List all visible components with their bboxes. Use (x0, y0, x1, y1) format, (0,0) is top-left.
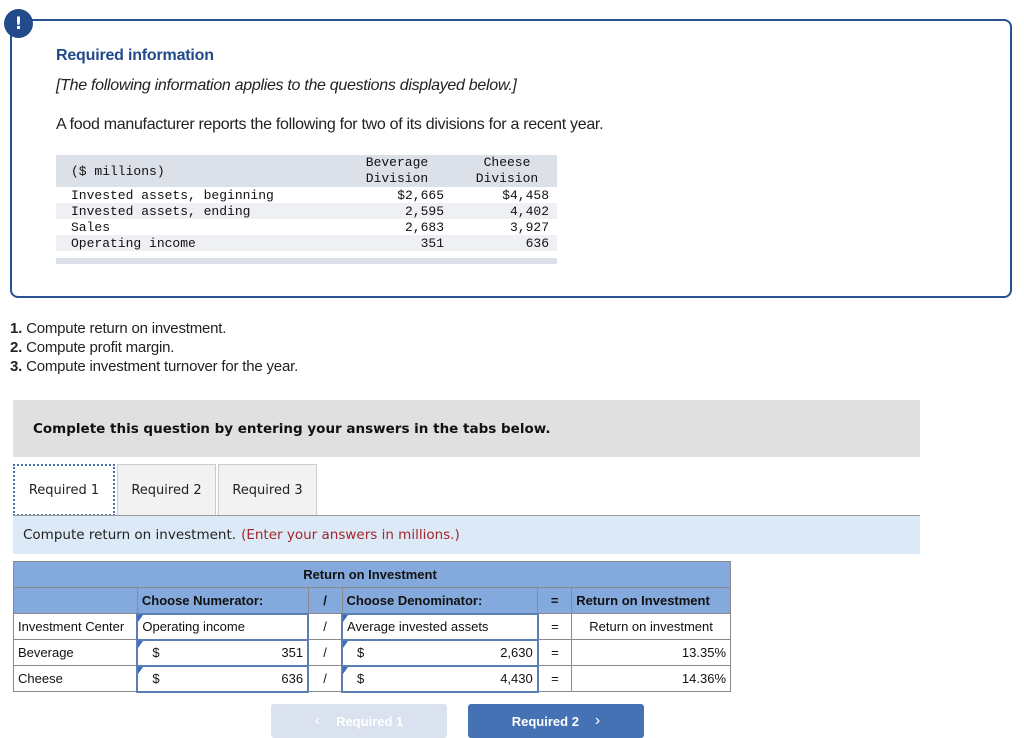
tab-required-1[interactable]: Required 1 (13, 464, 115, 516)
data-row: Invested assets, beginning $2,665 $4,458 (56, 187, 557, 203)
question-item: 3. Compute investment turnover for the y… (10, 357, 298, 376)
task-text: Compute return on investment. (23, 527, 237, 543)
divide-sign: / (307, 639, 343, 666)
unit-label: ($ millions) (71, 163, 165, 179)
row-label: Sales (71, 219, 111, 235)
denominator-input[interactable]: $4,430 (341, 664, 539, 693)
question-text: Compute investment turnover for the year… (26, 358, 299, 375)
row-label: Invested assets, ending (71, 203, 251, 219)
denominator-value: 4,430 (500, 671, 533, 686)
info-note: [The following information applies to th… (56, 77, 517, 94)
question-list: 1. Compute return on investment. 2. Comp… (10, 319, 298, 376)
cheese-value: $4,458 (502, 187, 549, 203)
currency-symbol: $ (357, 645, 365, 660)
investment-center-label: Investment Center (13, 613, 138, 640)
cheese-value: 4,402 (509, 203, 549, 219)
previous-required-button[interactable]: ‹ Required 1 (271, 704, 447, 738)
numerator-value: 351 (281, 645, 304, 660)
denominator-header: Choose Denominator: (341, 587, 539, 614)
question-number: 1. (10, 320, 23, 337)
header-line: Beverage (365, 155, 429, 170)
currency-symbol: $ (152, 671, 160, 686)
chevron-left-icon: ‹ (314, 712, 321, 729)
header-line: Division (365, 171, 429, 186)
roi-result: 14.36% (571, 665, 731, 692)
question-number: 2. (10, 339, 23, 356)
row-label: Invested assets, beginning (71, 187, 274, 203)
money-field: $2,630 (347, 645, 533, 660)
numerator-header: Choose Numerator: (136, 587, 309, 614)
data-row: Operating income 351 636 (56, 235, 557, 251)
money-field: $351 (142, 645, 303, 660)
roi-label-row: Investment Center Operating income / Ave… (13, 612, 731, 641)
roi-title-row: Return on Investment (13, 561, 731, 588)
denominator-input[interactable]: $2,630 (341, 638, 539, 667)
previous-label: Required 1 (336, 713, 404, 729)
data-table-header: ($ millions) Beverage Division Cheese Di… (56, 155, 557, 187)
equals-sign: = (537, 665, 573, 692)
numerator-input[interactable]: $351 (136, 638, 310, 667)
question-text: Compute return on investment. (26, 320, 227, 337)
beverage-division-header: Beverage Division (342, 155, 452, 187)
divide-sign: / (307, 665, 343, 692)
denominator-select[interactable]: Average invested assets (341, 612, 539, 641)
roi-answer-table: Return on Investment Choose Numerator: /… (13, 561, 731, 693)
division-data-table: ($ millions) Beverage Division Cheese Di… (56, 155, 557, 264)
cheese-division-header: Cheese Division (466, 155, 548, 187)
data-table-footer (56, 258, 557, 264)
result-label: Return on investment (571, 613, 731, 640)
tab-bar: Required 1 Required 2 Required 3 (13, 464, 319, 516)
header-line: Cheese (483, 155, 531, 170)
tab-required-3[interactable]: Required 3 (218, 464, 317, 516)
roi-table-title: Return on Investment (13, 561, 731, 588)
numerator-value: 636 (281, 671, 304, 686)
instruction-banner: Complete this question by entering your … (13, 400, 920, 457)
task-hint: (Enter your answers in millions.) (241, 527, 460, 543)
money-field: $636 (142, 671, 303, 686)
roi-header-row: Choose Numerator: / Choose Denominator: … (13, 587, 731, 614)
next-required-button[interactable]: Required 2 › (468, 704, 644, 738)
money-field: $4,430 (347, 671, 533, 686)
table-row: Cheese $636 / $4,430 = 14.36% (13, 664, 731, 693)
cheese-value: 636 (525, 235, 549, 251)
table-row: Beverage $351 / $2,630 = 13.35% (13, 638, 731, 667)
numerator-input[interactable]: $636 (136, 664, 310, 693)
info-description: A food manufacturer reports the followin… (56, 116, 604, 133)
beverage-value: 351 (420, 235, 444, 251)
numerator-select[interactable]: Operating income (136, 612, 310, 641)
divide-sign: / (307, 587, 343, 614)
chevron-right-icon: › (594, 712, 601, 729)
beverage-value: $2,665 (397, 187, 444, 203)
equals-sign: = (537, 639, 573, 666)
beverage-value: 2,683 (404, 219, 444, 235)
denominator-value: 2,630 (500, 645, 533, 660)
data-row: Sales 2,683 3,927 (56, 219, 557, 235)
alert-icon: ! (4, 9, 33, 38)
next-label: Required 2 (511, 713, 579, 729)
tab-required-2[interactable]: Required 2 (117, 464, 216, 516)
question-number: 3. (10, 358, 23, 375)
center-name: Beverage (13, 639, 138, 666)
header-line: Division (475, 171, 539, 186)
equals-sign: = (537, 587, 573, 614)
task-banner: Compute return on investment. (Enter you… (13, 515, 920, 554)
center-name: Cheese (13, 665, 138, 692)
question-item: 2. Compute profit margin. (10, 338, 298, 357)
question-item: 1. Compute return on investment. (10, 319, 298, 338)
data-row: Invested assets, ending 2,595 4,402 (56, 203, 557, 219)
question-text: Compute profit margin. (26, 339, 175, 356)
cheese-value: 3,927 (509, 219, 549, 235)
beverage-value: 2,595 (404, 203, 444, 219)
result-header: Return on Investment (571, 587, 731, 614)
info-title: Required information (56, 47, 214, 64)
row-label: Operating income (71, 235, 196, 251)
roi-result: 13.35% (571, 639, 731, 666)
equals-sign: = (537, 613, 573, 640)
currency-symbol: $ (357, 671, 365, 686)
currency-symbol: $ (152, 645, 160, 660)
divide-sign: / (307, 613, 343, 640)
blank-header (13, 587, 138, 614)
